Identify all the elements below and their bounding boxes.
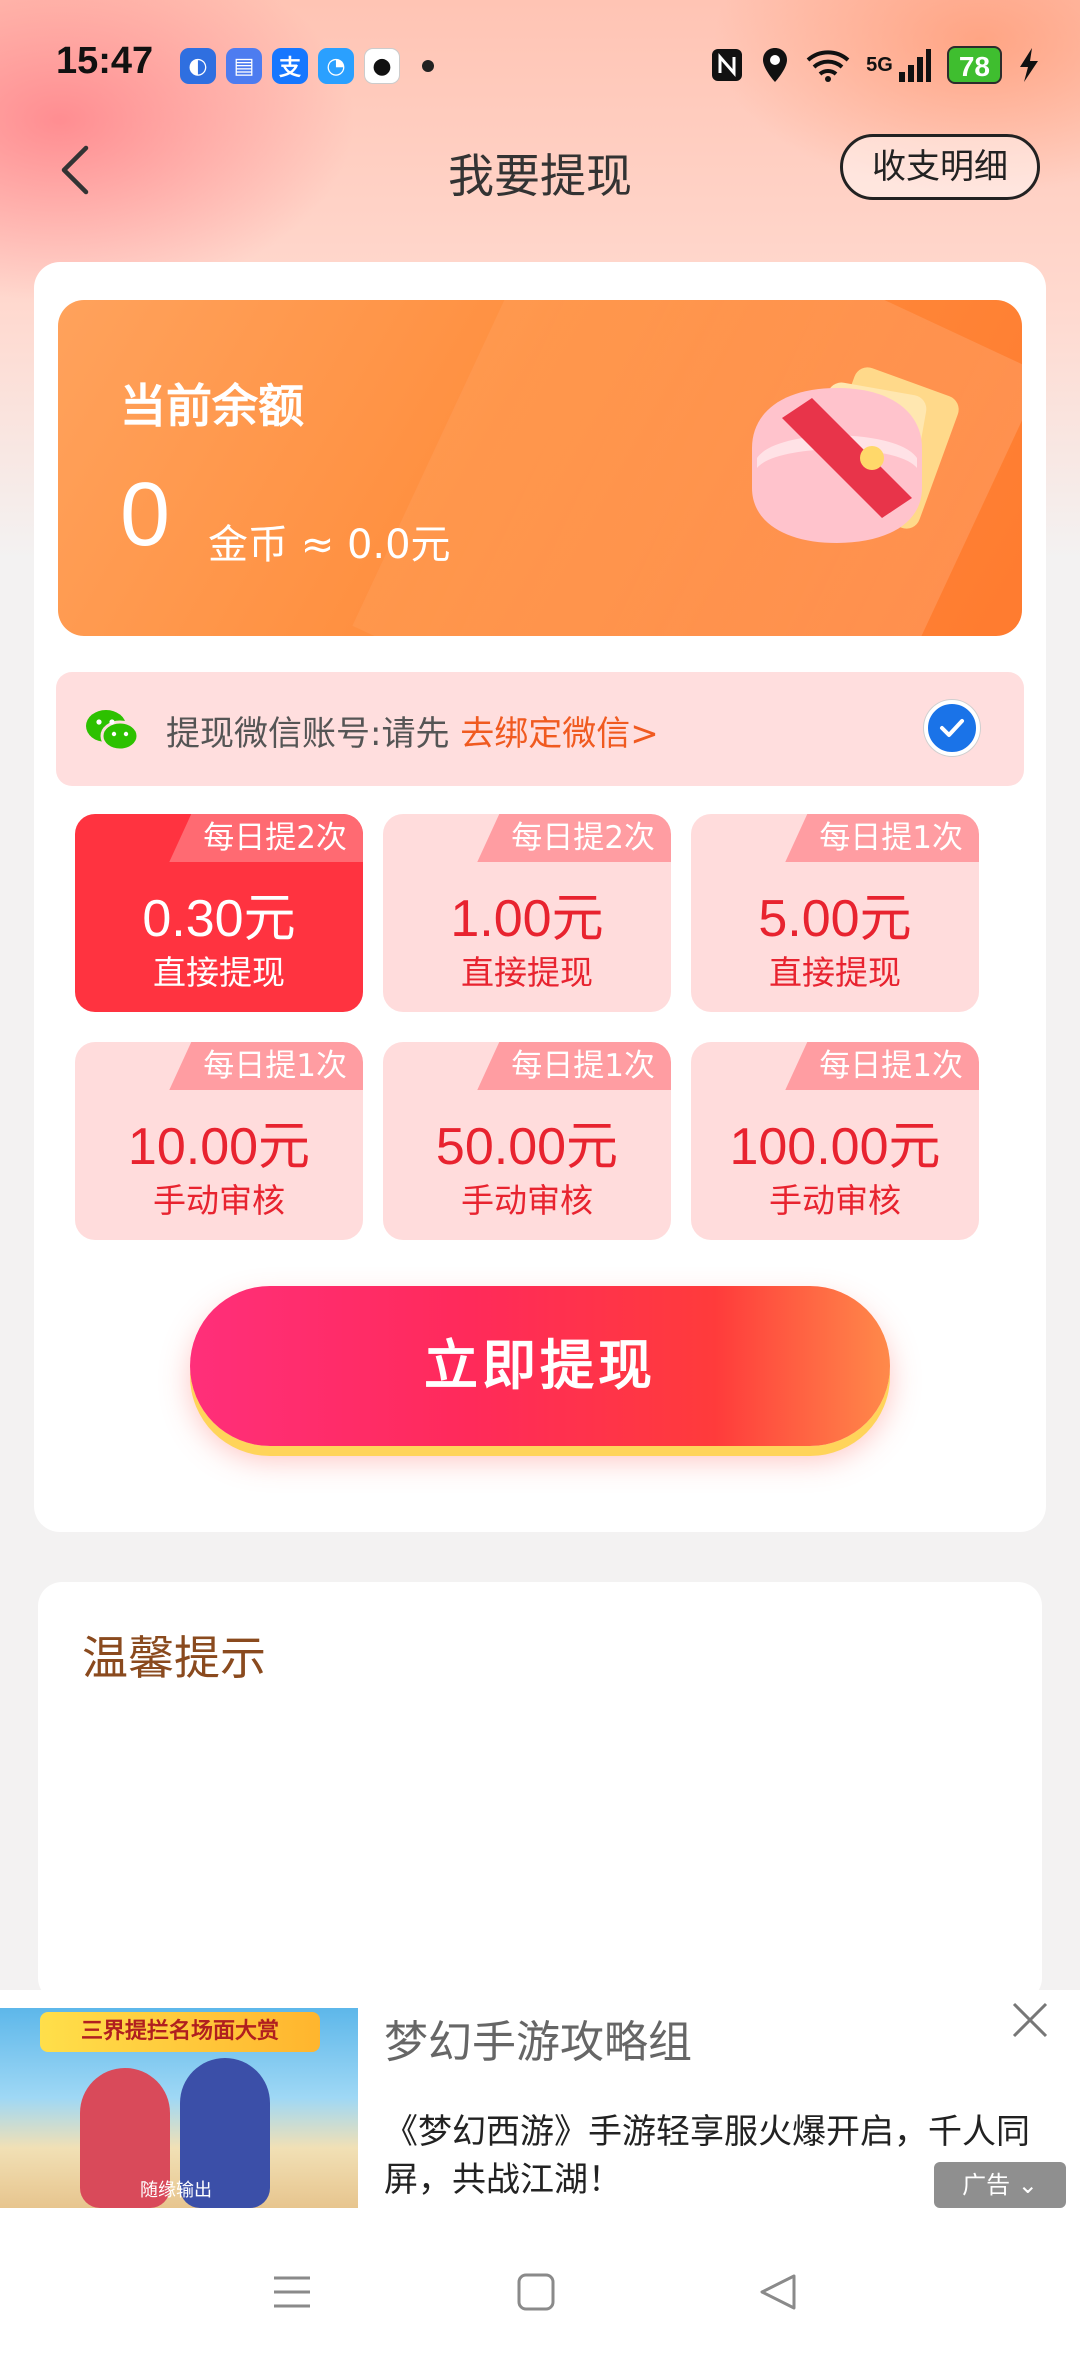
chevron-down-icon: ⌄ (1017, 2171, 1038, 2199)
balance-value: 0 (120, 465, 171, 565)
option-type: 手动审核 (769, 1181, 901, 1220)
income-expense-details-button[interactable]: 收支明细 (840, 134, 1040, 200)
alipay-icon: 支 (272, 48, 308, 84)
amount-option-50.00[interactable]: 每日提1次 50.00元 手动审核 (383, 1042, 671, 1240)
option-amount: 100.00元 (729, 1118, 941, 1176)
ad-badge[interactable]: 广告 ⌄ (934, 2162, 1066, 2208)
tips-card: 温馨提示 (38, 1582, 1042, 2002)
message-icon: ▤ (226, 48, 262, 84)
option-limit-tag: 每日提1次 (785, 814, 979, 862)
signal-icon (898, 49, 931, 82)
balance-label: 当前余额 (120, 379, 304, 433)
option-amount: 50.00元 (435, 1118, 619, 1176)
wallet-icon (752, 367, 959, 543)
option-type: 手动审核 (153, 1181, 285, 1220)
ad-title[interactable]: 梦幻手游攻略组 (384, 2006, 692, 2070)
charging-icon (1020, 48, 1038, 82)
withdraw-card: 当前余额 0 金币 ≈ 0.0元 提现微信账号:请先 去绑定微信> 每日提2次 … (34, 262, 1046, 1532)
nfc-icon (712, 49, 743, 81)
option-limit-tag: 每日提2次 (169, 814, 363, 862)
amount-option-10.00[interactable]: 每日提1次 10.00元 手动审核 (75, 1042, 363, 1240)
more-notifications-dot (422, 60, 434, 72)
close-icon[interactable] (1010, 2000, 1050, 2040)
withdraw-now-button[interactable]: 立即提现 (190, 1286, 890, 1446)
ad-label: 广告 (962, 2171, 1011, 2199)
option-limit-tag: 每日提1次 (785, 1042, 979, 1090)
notification-icons: ◐ ▤ 支 ◔ ● (180, 48, 434, 84)
system-navigation-bar (0, 2220, 1080, 2362)
qq-icon: ● (364, 48, 400, 84)
option-type: 手动审核 (461, 1181, 593, 1220)
network-type: 5G (866, 53, 893, 76)
browser-icon: ◔ (318, 48, 354, 84)
wechat-prefix: 提现微信账号:请先 (166, 714, 450, 754)
bind-wechat-link[interactable]: 去绑定微信> (460, 714, 659, 754)
amount-option-0.30[interactable]: 每日提2次 0.30元 直接提现 (75, 814, 363, 1012)
ad-image-banner: 三界提拦名场面大赏 (40, 2012, 320, 2052)
option-amount: 10.00元 (127, 1118, 311, 1176)
option-limit-tag: 每日提1次 (169, 1042, 363, 1090)
wechat-binding-row[interactable]: 提现微信账号:请先 去绑定微信> (56, 672, 1024, 786)
ad-image[interactable]: 三界提拦名场面大赏 随缘输出 (0, 2008, 358, 2208)
option-amount: 0.30元 (142, 890, 296, 948)
wifi-icon (806, 50, 850, 82)
check-icon[interactable] (924, 700, 980, 756)
amount-options: 每日提2次 0.30元 直接提现 每日提2次 1.00元 直接提现 每日提1次 … (75, 814, 987, 1240)
wechat-icon (86, 710, 140, 752)
option-amount: 5.00元 (758, 890, 912, 948)
status-time: 15:47 (56, 40, 154, 82)
ad-image-caption: 随缘输出 (140, 2180, 212, 2201)
option-type: 直接提现 (461, 953, 593, 992)
option-limit-tag: 每日提2次 (477, 814, 671, 862)
battery-icon: 78 (946, 46, 1002, 84)
app-blue-icon: ◐ (180, 48, 216, 84)
amount-option-5.00[interactable]: 每日提1次 5.00元 直接提现 (691, 814, 979, 1012)
option-type: 直接提现 (769, 953, 901, 992)
back-icon[interactable] (756, 2272, 800, 2312)
balance-unit: 金币 ≈ 0.0元 (208, 522, 451, 568)
balance-card: 当前余额 0 金币 ≈ 0.0元 (58, 300, 1022, 636)
wechat-account-text: 提现微信账号:请先 去绑定微信> (166, 706, 659, 755)
location-icon (763, 48, 788, 82)
tips-title: 温馨提示 (82, 1631, 266, 1685)
amount-option-100.00[interactable]: 每日提1次 100.00元 手动审核 (691, 1042, 979, 1240)
option-type: 直接提现 (153, 953, 285, 992)
amount-option-1.00[interactable]: 每日提2次 1.00元 直接提现 (383, 814, 671, 1012)
option-amount: 1.00元 (450, 890, 604, 948)
menu-icon[interactable] (270, 2272, 314, 2312)
ad-banner[interactable]: 三界提拦名场面大赏 随缘输出 梦幻手游攻略组 《梦幻西游》手游轻享服火爆开启，千… (0, 1990, 1080, 2220)
home-icon[interactable] (514, 2272, 558, 2312)
status-bar: 15:47 ◐ ▤ 支 ◔ ● 5G 78 (0, 0, 1080, 135)
option-limit-tag: 每日提1次 (477, 1042, 671, 1090)
system-icons: 5G 78 (710, 46, 1040, 84)
